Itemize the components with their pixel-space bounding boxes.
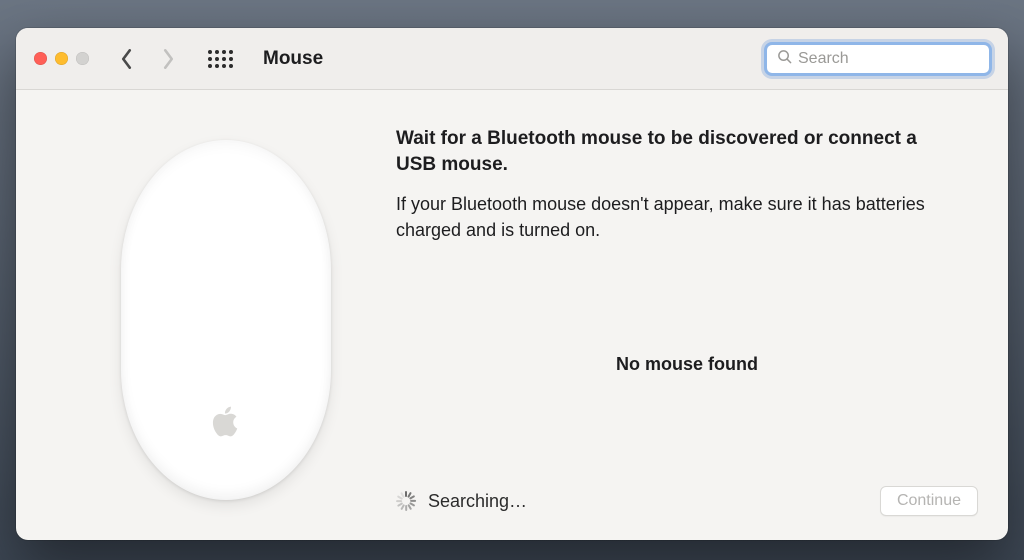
back-button[interactable]	[119, 48, 133, 70]
mouse-illustration-pane	[56, 120, 396, 520]
searching-label: Searching…	[428, 491, 527, 512]
content-area: Wait for a Bluetooth mouse to be discove…	[16, 90, 1008, 540]
grid-icon	[208, 50, 233, 68]
forward-button[interactable]	[161, 48, 175, 70]
nav-buttons	[119, 48, 175, 70]
window-controls	[34, 52, 89, 65]
search-icon	[777, 49, 792, 69]
spinner-icon	[396, 491, 416, 511]
footer-bar: Searching… Continue	[396, 486, 978, 520]
instruction-heading: Wait for a Bluetooth mouse to be discove…	[396, 126, 956, 177]
search-input[interactable]	[798, 50, 979, 68]
search-field[interactable]	[764, 42, 992, 76]
preferences-window: Mouse Wait for a Bluetooth mouse to be d…	[16, 28, 1008, 540]
main-pane: Wait for a Bluetooth mouse to be discove…	[396, 120, 978, 520]
instruction-subtext: If your Bluetooth mouse doesn't appear, …	[396, 191, 956, 243]
mouse-illustration	[121, 140, 331, 500]
show-all-button[interactable]	[209, 48, 231, 70]
page-title: Mouse	[263, 48, 323, 70]
close-button[interactable]	[34, 52, 47, 65]
minimize-button[interactable]	[55, 52, 68, 65]
continue-button[interactable]: Continue	[880, 486, 978, 516]
zoom-button[interactable]	[76, 52, 89, 65]
status-area: No mouse found	[396, 243, 978, 486]
status-text: No mouse found	[616, 354, 758, 375]
toolbar: Mouse	[16, 28, 1008, 90]
apple-logo-icon	[212, 404, 240, 438]
